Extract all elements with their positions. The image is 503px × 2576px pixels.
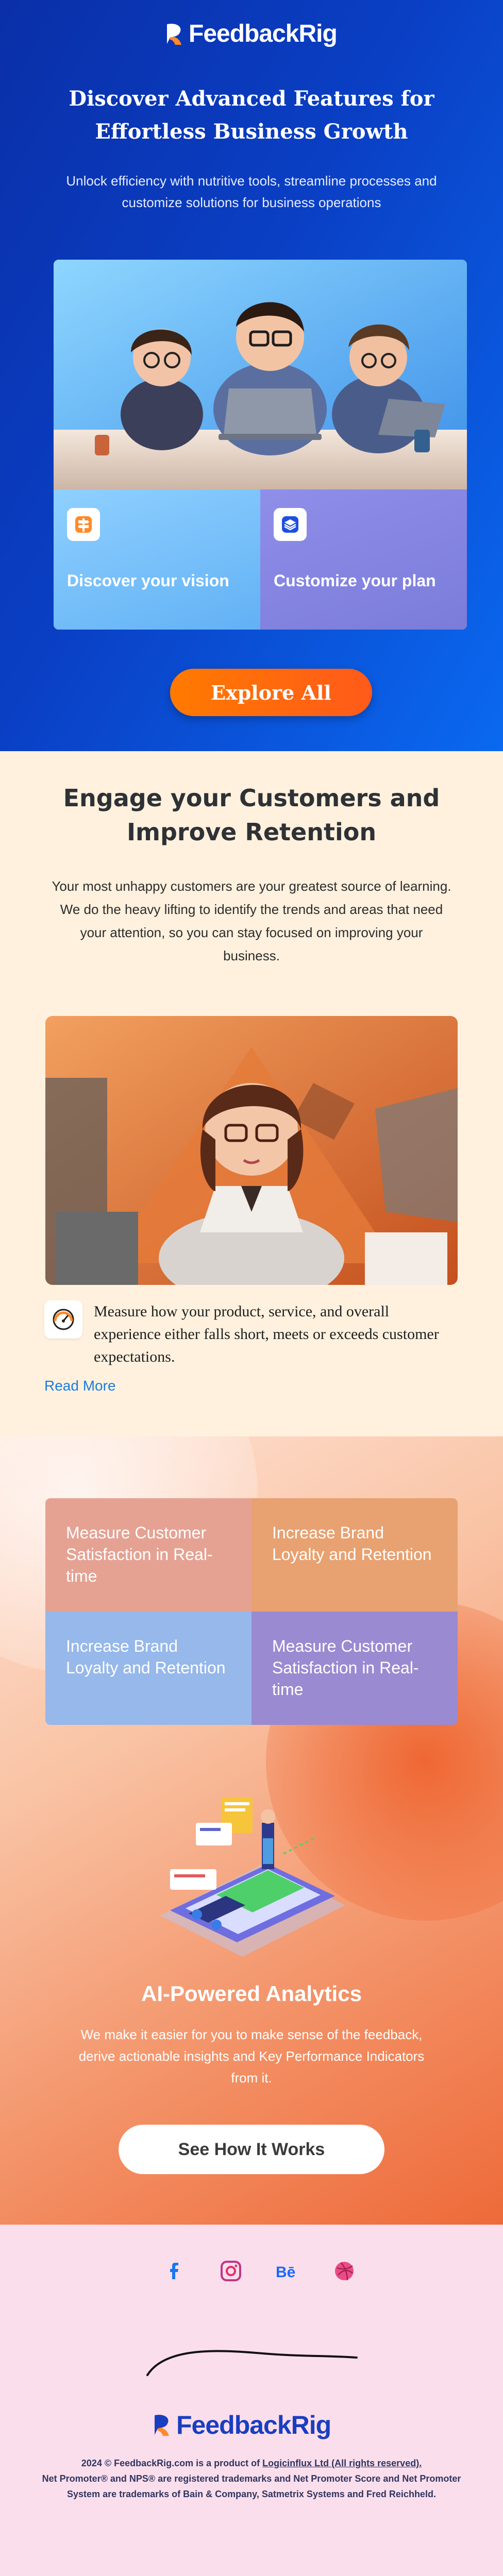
analytics-title: AI-Powered Analytics <box>141 1981 362 2006</box>
dribbble-icon[interactable] <box>329 2256 360 2286</box>
svg-text:Bē: Bē <box>276 2264 295 2281</box>
analytics-section: Measure Customer Satisfaction in Real-ti… <box>0 1436 503 2225</box>
email-page: FeedbackRig Discover Advanced Features f… <box>0 0 503 2576</box>
hero-feature-card: Discover your vision Customize your plan <box>54 260 467 630</box>
legal-trademarks: Net Promoter® and NPS® are registered tr… <box>42 2473 461 2499</box>
analytics-text: We make it easier for you to make sense … <box>78 2027 425 2086</box>
brand-logo[interactable]: FeedbackRig <box>164 20 338 48</box>
engage-section: Engage your Customers and Improve Retent… <box>0 751 503 1436</box>
behance-icon[interactable]: Bē <box>272 2256 303 2286</box>
analytics-phone-illustration <box>160 1797 345 1957</box>
benefit-tile: Measure Customer Satisfaction in Real-ti… <box>252 1612 458 1725</box>
signature-divider <box>146 2350 358 2376</box>
benefit-tile: Increase Brand Loyalty and Retention <box>45 1612 252 1725</box>
footer: Bē FeedbackRig 2024 © FeedbackRig.com is… <box>0 2225 503 2576</box>
engage-title: Engage your Customers and Improve Retent… <box>63 784 440 846</box>
feature-customize-plan[interactable]: Customize your plan <box>260 489 467 630</box>
feature-label: Discover your vision <box>67 571 229 590</box>
hero-title-line1: Discover Advanced Features for <box>69 87 434 111</box>
feature-discover-vision[interactable]: Discover your vision <box>54 489 260 630</box>
hero-section: FeedbackRig Discover Advanced Features f… <box>0 0 503 751</box>
facebook-icon[interactable] <box>159 2256 190 2286</box>
gauge-icon <box>44 1300 82 1338</box>
signpost-icon <box>67 508 100 541</box>
read-more-link[interactable]: Read More <box>44 1378 116 1394</box>
logo-mark-icon <box>167 23 181 45</box>
layers-icon <box>274 508 307 541</box>
hero-subtitle: Unlock efficiency with nutritive tools, … <box>66 173 437 210</box>
explore-all-button[interactable]: Explore All <box>170 669 372 716</box>
company-link[interactable]: Logicinflux Ltd (All rights reserved). <box>262 2458 422 2468</box>
footer-logo[interactable]: FeedbackRig <box>152 2410 331 2440</box>
legal-text: 2024 © FeedbackRig.com is a product of L… <box>31 2455 472 2502</box>
engage-text: Your most unhappy customers are your gre… <box>52 878 451 963</box>
logo-mark-icon <box>155 2415 169 2436</box>
brand-name: FeedbackRig <box>176 2411 331 2439</box>
measure-row: Measure how your product, service, and o… <box>44 1300 451 1368</box>
legal-prefix: 2024 © FeedbackRig.com is a product of <box>81 2458 263 2468</box>
hero-title: Discover Advanced Features for Effortles… <box>46 82 457 148</box>
businesswoman-illustration <box>45 1016 458 1285</box>
benefit-tiles-grid: Measure Customer Satisfaction in Real-ti… <box>45 1498 458 1725</box>
hero-title-line2: Effortless Business Growth <box>95 120 408 144</box>
measure-text: Measure how your product, service, and o… <box>94 1303 439 1365</box>
benefit-tile: Increase Brand Loyalty and Retention <box>252 1498 458 1612</box>
feature-label: Customize your plan <box>274 571 436 590</box>
team-illustration <box>54 260 467 489</box>
brand-name: FeedbackRig <box>189 20 338 47</box>
benefit-tile: Measure Customer Satisfaction in Real-ti… <box>45 1498 252 1612</box>
instagram-icon[interactable] <box>215 2256 246 2286</box>
social-links: Bē <box>159 2256 360 2286</box>
see-how-it-works-button[interactable]: See How It Works <box>119 2125 384 2174</box>
